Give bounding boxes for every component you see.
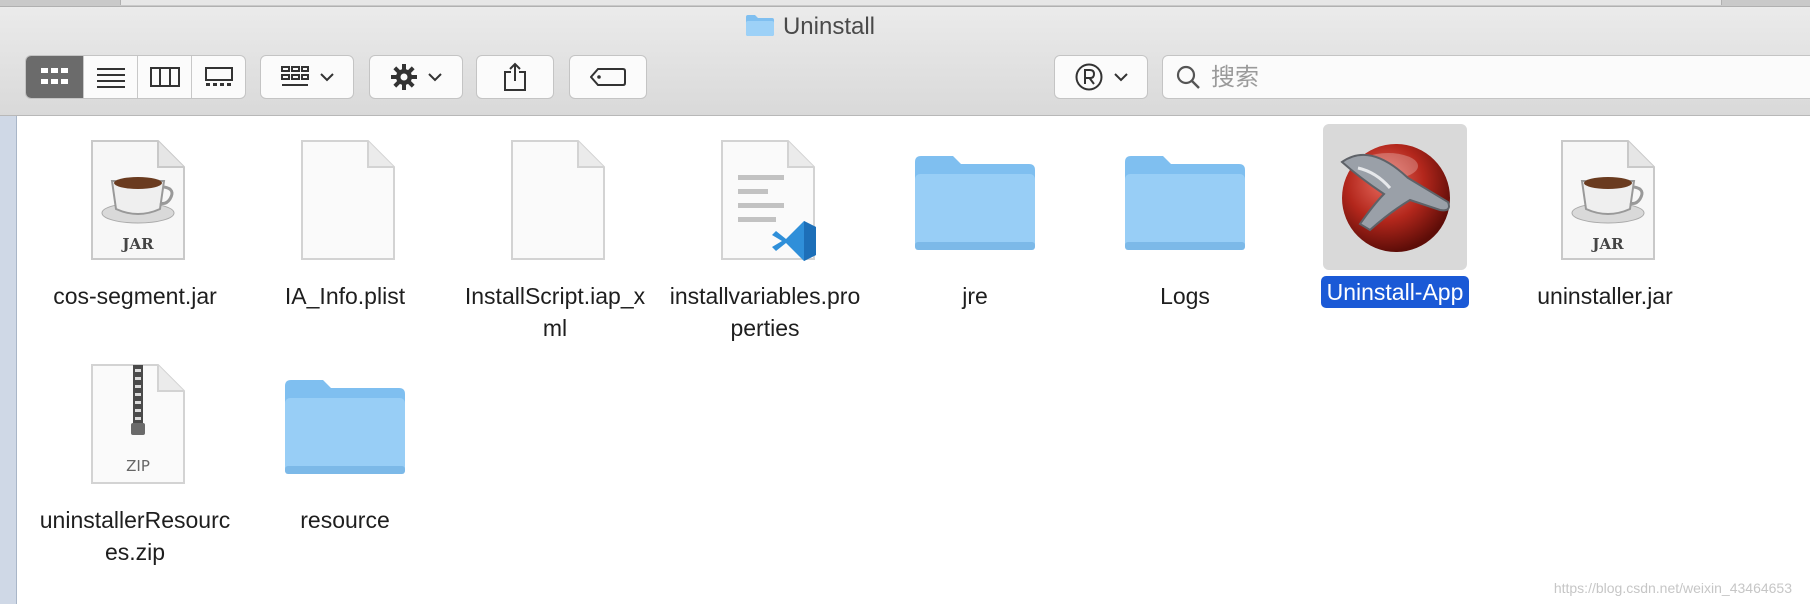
- chevron-down-icon: [1114, 73, 1128, 82]
- svg-text:JAR: JAR: [1590, 235, 1624, 253]
- sidebar-edge: [0, 116, 17, 604]
- file-item[interactable]: installvariables.properties: [660, 130, 870, 344]
- file-name[interactable]: cos-segment.jar: [47, 280, 223, 312]
- tab-strip: [0, 0, 1810, 7]
- folder-icon[interactable]: [1113, 130, 1257, 274]
- file-name[interactable]: resource: [294, 504, 395, 536]
- jar-file-icon[interactable]: JAR: [63, 130, 207, 274]
- group-icon: [281, 66, 309, 86]
- vscode-document-icon[interactable]: [693, 130, 837, 274]
- icon-view-button[interactable]: [26, 56, 83, 98]
- tags-button[interactable]: [569, 55, 647, 99]
- view-mode-control: [25, 55, 246, 99]
- search-input[interactable]: [1209, 62, 1773, 92]
- search-field[interactable]: [1162, 55, 1810, 99]
- watermark: https://blog.csdn.net/weixin_43464653: [1553, 580, 1792, 596]
- document-file-icon[interactable]: [273, 130, 417, 274]
- svg-text:ZIP: ZIP: [126, 457, 150, 475]
- share-icon: [504, 62, 526, 91]
- zip-file-icon[interactable]: ZIP: [63, 354, 207, 498]
- file-item[interactable]: InstallScript.iap_xml: [450, 130, 660, 344]
- file-name[interactable]: jre: [956, 280, 994, 312]
- window-title-text: Uninstall: [782, 13, 876, 40]
- svg-text:JAR: JAR: [120, 235, 154, 253]
- file-item[interactable]: Logs: [1080, 130, 1290, 312]
- icon-grid-icon: [40, 68, 68, 84]
- document-file-icon[interactable]: [483, 130, 627, 274]
- list-icon: [96, 68, 125, 88]
- gallery-icon: [204, 67, 233, 86]
- window-tab[interactable]: [120, 0, 1722, 5]
- list-view-button[interactable]: [83, 56, 137, 98]
- file-name[interactable]: uninstallerResources.zip: [30, 504, 240, 568]
- file-item[interactable]: JAR uninstaller.jar: [1500, 130, 1710, 312]
- folder-icon[interactable]: [903, 130, 1047, 274]
- action-button[interactable]: [369, 55, 463, 99]
- file-name[interactable]: installvariables.properties: [660, 280, 870, 344]
- file-name[interactable]: Logs: [1154, 280, 1216, 312]
- registered-icon: [1075, 63, 1103, 91]
- share-button[interactable]: [476, 55, 554, 99]
- file-item[interactable]: ZIP uninstallerResources.zip: [30, 354, 240, 568]
- file-grid: JAR cos-segment.jar IA_Info.plist Instal…: [0, 116, 1810, 604]
- chevron-down-icon: [320, 73, 334, 82]
- gear-icon: [391, 64, 417, 90]
- tag-icon: [590, 68, 626, 86]
- columns-icon: [149, 67, 180, 87]
- file-item[interactable]: IA_Info.plist: [240, 130, 450, 312]
- file-item[interactable]: JAR cos-segment.jar: [30, 130, 240, 312]
- group-by-button[interactable]: [260, 55, 354, 99]
- finder-toolbar: Uninstall: [0, 0, 1810, 116]
- file-item-selected[interactable]: Uninstall-App: [1290, 124, 1500, 308]
- jar-file-icon[interactable]: JAR: [1533, 130, 1677, 274]
- file-name[interactable]: IA_Info.plist: [279, 280, 411, 312]
- window-title: Uninstall: [0, 13, 1620, 44]
- extension-button[interactable]: [1054, 55, 1148, 99]
- gallery-view-button[interactable]: [191, 56, 245, 98]
- column-view-button[interactable]: [137, 56, 191, 98]
- file-item[interactable]: resource: [240, 354, 450, 536]
- folder-icon[interactable]: [273, 354, 417, 498]
- file-item[interactable]: jre: [870, 130, 1080, 312]
- app-icon[interactable]: [1323, 124, 1467, 270]
- chevron-down-icon: [428, 73, 442, 82]
- file-name[interactable]: InstallScript.iap_xml: [450, 280, 660, 344]
- search-icon: [1176, 65, 1200, 89]
- file-name[interactable]: uninstaller.jar: [1531, 280, 1679, 312]
- folder-icon: [745, 13, 775, 44]
- file-name[interactable]: Uninstall-App: [1320, 276, 1470, 308]
